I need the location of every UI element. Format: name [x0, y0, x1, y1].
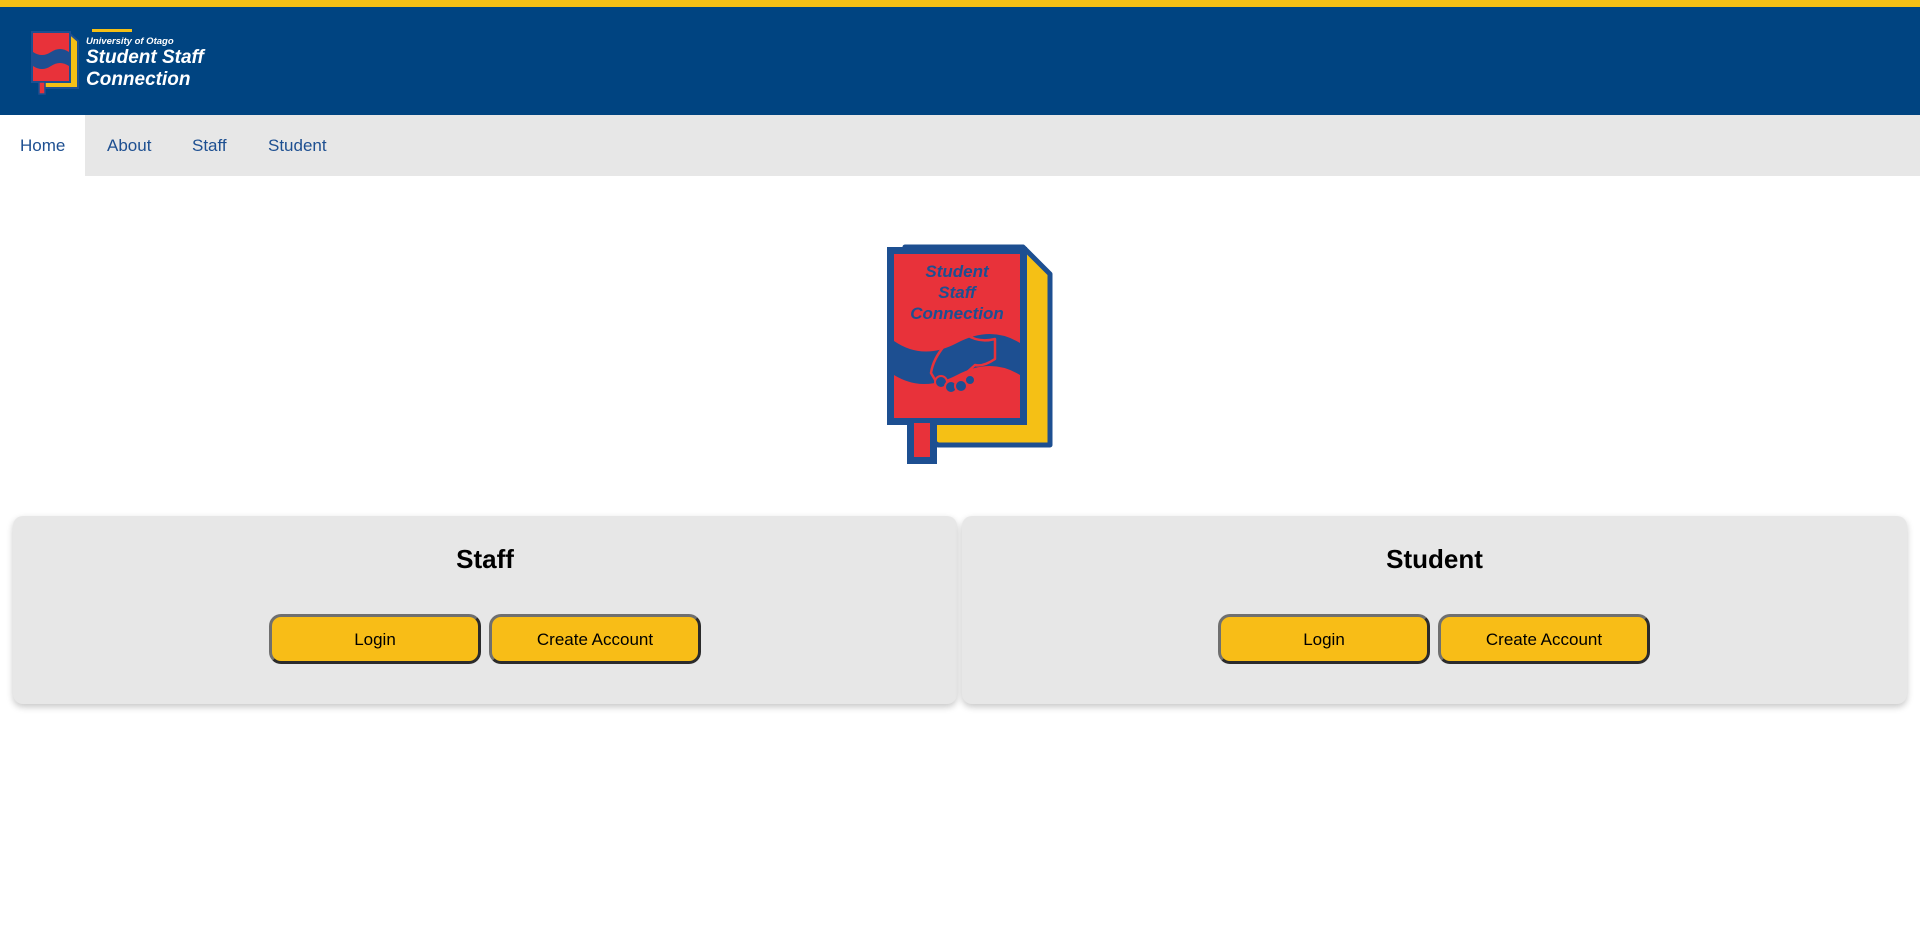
staff-card: Staff Login Create Account — [13, 516, 957, 704]
staff-create-account-button[interactable]: Create Account — [489, 614, 701, 664]
header-brand-rule — [92, 29, 132, 32]
nav-item-about[interactable]: About — [87, 115, 171, 176]
book-handshake-logo-icon[interactable] — [30, 30, 80, 98]
hero-logo-text-line2: Staff — [938, 283, 978, 302]
student-create-account-button[interactable]: Create Account — [1438, 614, 1650, 664]
nav-item-student[interactable]: Student — [248, 115, 347, 176]
brand-name-line1: Student Staff — [86, 47, 204, 68]
nav-item-home[interactable]: Home — [0, 115, 86, 176]
staff-card-title: Staff — [456, 544, 514, 574]
brand-name-line2: Connection — [86, 69, 191, 90]
student-card-title: Student — [1386, 544, 1483, 574]
site-header: University of Otago Student Staff Connec… — [0, 7, 1920, 115]
hero-logo-text-line3: Connection — [910, 304, 1004, 323]
nav-item-staff[interactable]: Staff — [172, 115, 247, 176]
student-login-button[interactable]: Login — [1218, 614, 1430, 664]
student-card: Student Login Create Account — [962, 516, 1907, 704]
header-brand[interactable]: University of Otago Student Staff Connec… — [86, 29, 204, 91]
hero-book-handshake-logo: Student Staff Connection — [887, 244, 1053, 464]
staff-login-button[interactable]: Login — [269, 614, 481, 664]
top-accent-stripe — [0, 0, 1920, 7]
university-name: University of Otago — [86, 36, 174, 47]
main-navigation: Home About Staff Student — [0, 115, 1920, 176]
hero-logo-text-line1: Student — [925, 262, 990, 281]
